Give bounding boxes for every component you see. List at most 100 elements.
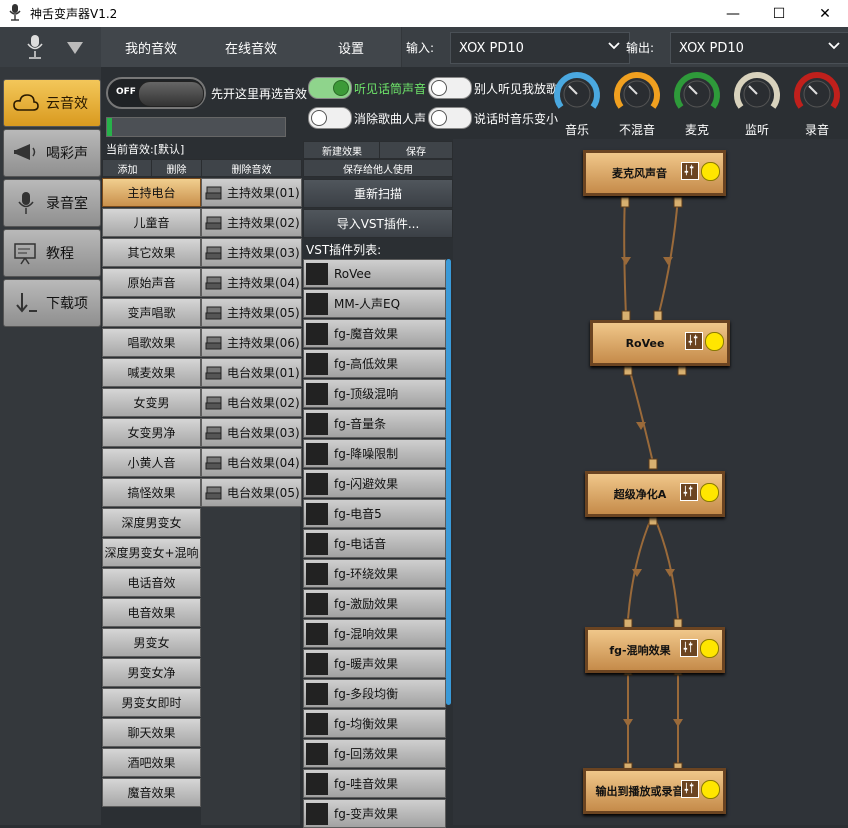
signal-node[interactable]: fg-混响效果 [585,627,725,673]
nav-cheer[interactable]: 喝彩声 [3,129,101,177]
settings-sliders-icon[interactable] [680,483,698,501]
toggle-hear-mic[interactable] [308,77,352,99]
volume-dial-icon[interactable] [672,67,722,117]
effect-item[interactable]: 女变男净 [102,418,201,447]
effect-item[interactable]: 酒吧效果 [102,748,201,777]
vst-plugin-item[interactable]: fg-环绕效果 [303,559,446,588]
signal-node[interactable]: 麦克风声音 [583,150,726,196]
effect-item[interactable]: 深度男变女+混响 [102,538,201,567]
vst-list-scrollbar[interactable] [446,259,451,705]
effect-item[interactable]: 儿童音 [102,208,201,237]
vst-plugin-item[interactable]: MM-人声EQ [303,289,446,318]
effect-item[interactable]: 唱歌效果 [102,328,201,357]
input-device-select[interactable]: XOX PD10 [450,32,630,64]
tab-my-effects[interactable]: 我的音效 [101,27,202,67]
effect-item[interactable]: 魔音效果 [102,778,201,807]
delete-button[interactable]: 删除 [151,159,202,177]
minimize-button[interactable]: — [710,0,756,27]
sub-effect-item[interactable]: 主持效果(01) [201,178,302,207]
volume-dial-icon[interactable] [552,67,602,117]
status-led-icon[interactable] [700,483,719,502]
nav-tutorial[interactable]: 教程 [3,229,101,277]
vst-plugin-item[interactable]: fg-顶级混响 [303,379,446,408]
vst-plugin-item[interactable]: fg-电话音 [303,529,446,558]
volume-dial-icon[interactable] [612,67,662,117]
new-effect-button[interactable]: 新建效果 [303,141,381,159]
nav-cloud-effects[interactable]: 云音效 [3,79,101,127]
status-led-icon[interactable] [705,332,724,351]
toggle-duck-music[interactable] [428,107,472,129]
effect-item[interactable]: 男变女净 [102,658,201,687]
effect-item[interactable]: 变声唱歌 [102,298,201,327]
vst-plugin-item[interactable]: fg-多段均衡 [303,679,446,708]
rescan-button[interactable]: 重新扫描 [303,179,453,208]
vst-plugin-item[interactable]: fg-混响效果 [303,619,446,648]
effect-item[interactable]: 电话音效 [102,568,201,597]
sub-effect-item[interactable]: 主持效果(03) [201,238,302,267]
import-vst-button[interactable]: 导入VST插件... [303,209,453,238]
effect-item[interactable]: 主持电台 [102,178,201,207]
sub-effect-item[interactable]: 电台效果(05) [201,478,302,507]
maximize-button[interactable]: ☐ [756,0,802,27]
sub-effect-item[interactable]: 主持效果(05) [201,298,302,327]
sub-effect-item[interactable]: 主持效果(06) [201,328,302,357]
vst-plugin-item[interactable]: fg-魔音效果 [303,319,446,348]
vst-plugin-item[interactable]: fg-电音5 [303,499,446,528]
effect-item[interactable]: 女变男 [102,388,201,417]
vst-plugin-item[interactable]: fg-激励效果 [303,589,446,618]
effect-item[interactable]: 男变女 [102,628,201,657]
vst-plugin-item[interactable]: fg-降噪限制 [303,439,446,468]
effect-item[interactable]: 深度男变女 [102,508,201,537]
status-led-icon[interactable] [700,639,719,658]
vst-plugin-item[interactable]: fg-高低效果 [303,349,446,378]
master-switch[interactable]: OFF [106,77,206,109]
toggle-others-hear-music[interactable] [428,77,472,99]
status-led-icon[interactable] [701,780,720,799]
nav-recording-studio[interactable]: 录音室 [3,179,101,227]
vst-plugin-item[interactable]: fg-暖声效果 [303,649,446,678]
output-device-select[interactable]: XOX PD10 [670,32,848,64]
vst-plugin-item[interactable]: fg-变声效果 [303,799,446,828]
effect-item[interactable]: 小黄人音 [102,448,201,477]
settings-sliders-icon[interactable] [680,639,698,657]
effect-item[interactable]: 电音效果 [102,598,201,627]
signal-node[interactable]: RoVee [590,320,730,366]
close-button[interactable]: ✕ [802,0,848,27]
sub-effect-item[interactable]: 电台效果(03) [201,418,302,447]
settings-sliders-icon[interactable] [685,332,703,350]
toggle-remove-vocals[interactable] [308,107,352,129]
nav-label: 录音室 [46,196,88,212]
effect-item[interactable]: 原始声音 [102,268,201,297]
settings-sliders-icon[interactable] [681,780,699,798]
sub-effect-item[interactable]: 电台效果(01) [201,358,302,387]
add-effect-button[interactable]: 添加 [102,159,153,177]
vst-plugin-item[interactable]: fg-音量条 [303,409,446,438]
vst-plugin-item[interactable]: RoVee [303,259,446,288]
dropdown-triangle-icon[interactable] [66,41,84,55]
signal-node[interactable]: 输出到播放或录音 [583,768,726,814]
sub-effect-item[interactable]: 电台效果(04) [201,448,302,477]
vst-plugin-item[interactable]: fg-闪避效果 [303,469,446,498]
delete-effect-button[interactable]: 删除音效 [201,159,302,177]
sub-effect-item[interactable]: 主持效果(02) [201,208,302,237]
settings-sliders-icon[interactable] [681,162,699,180]
tab-settings[interactable]: 设置 [301,27,402,67]
volume-dial-icon[interactable] [732,67,782,117]
effect-item[interactable]: 其它效果 [102,238,201,267]
vst-plugin-item[interactable]: fg-哇音效果 [303,769,446,798]
vst-plugin-item[interactable]: fg-均衡效果 [303,709,446,738]
nav-downloads[interactable]: 下载项 [3,279,101,327]
tab-online-effects[interactable]: 在线音效 [201,27,302,67]
effect-item[interactable]: 搞怪效果 [102,478,201,507]
sub-effect-item[interactable]: 电台效果(02) [201,388,302,417]
save-for-others-button[interactable]: 保存给他人使用 [303,159,453,177]
sub-effect-item[interactable]: 主持效果(04) [201,268,302,297]
signal-node[interactable]: 超级净化A [585,471,725,517]
status-led-icon[interactable] [701,162,720,181]
vst-plugin-item[interactable]: fg-回荡效果 [303,739,446,768]
effect-item[interactable]: 聊天效果 [102,718,201,747]
volume-dial-icon[interactable] [792,67,842,117]
effect-item[interactable]: 喊麦效果 [102,358,201,387]
effect-item[interactable]: 男变女即时 [102,688,201,717]
save-button[interactable]: 保存 [379,141,453,159]
